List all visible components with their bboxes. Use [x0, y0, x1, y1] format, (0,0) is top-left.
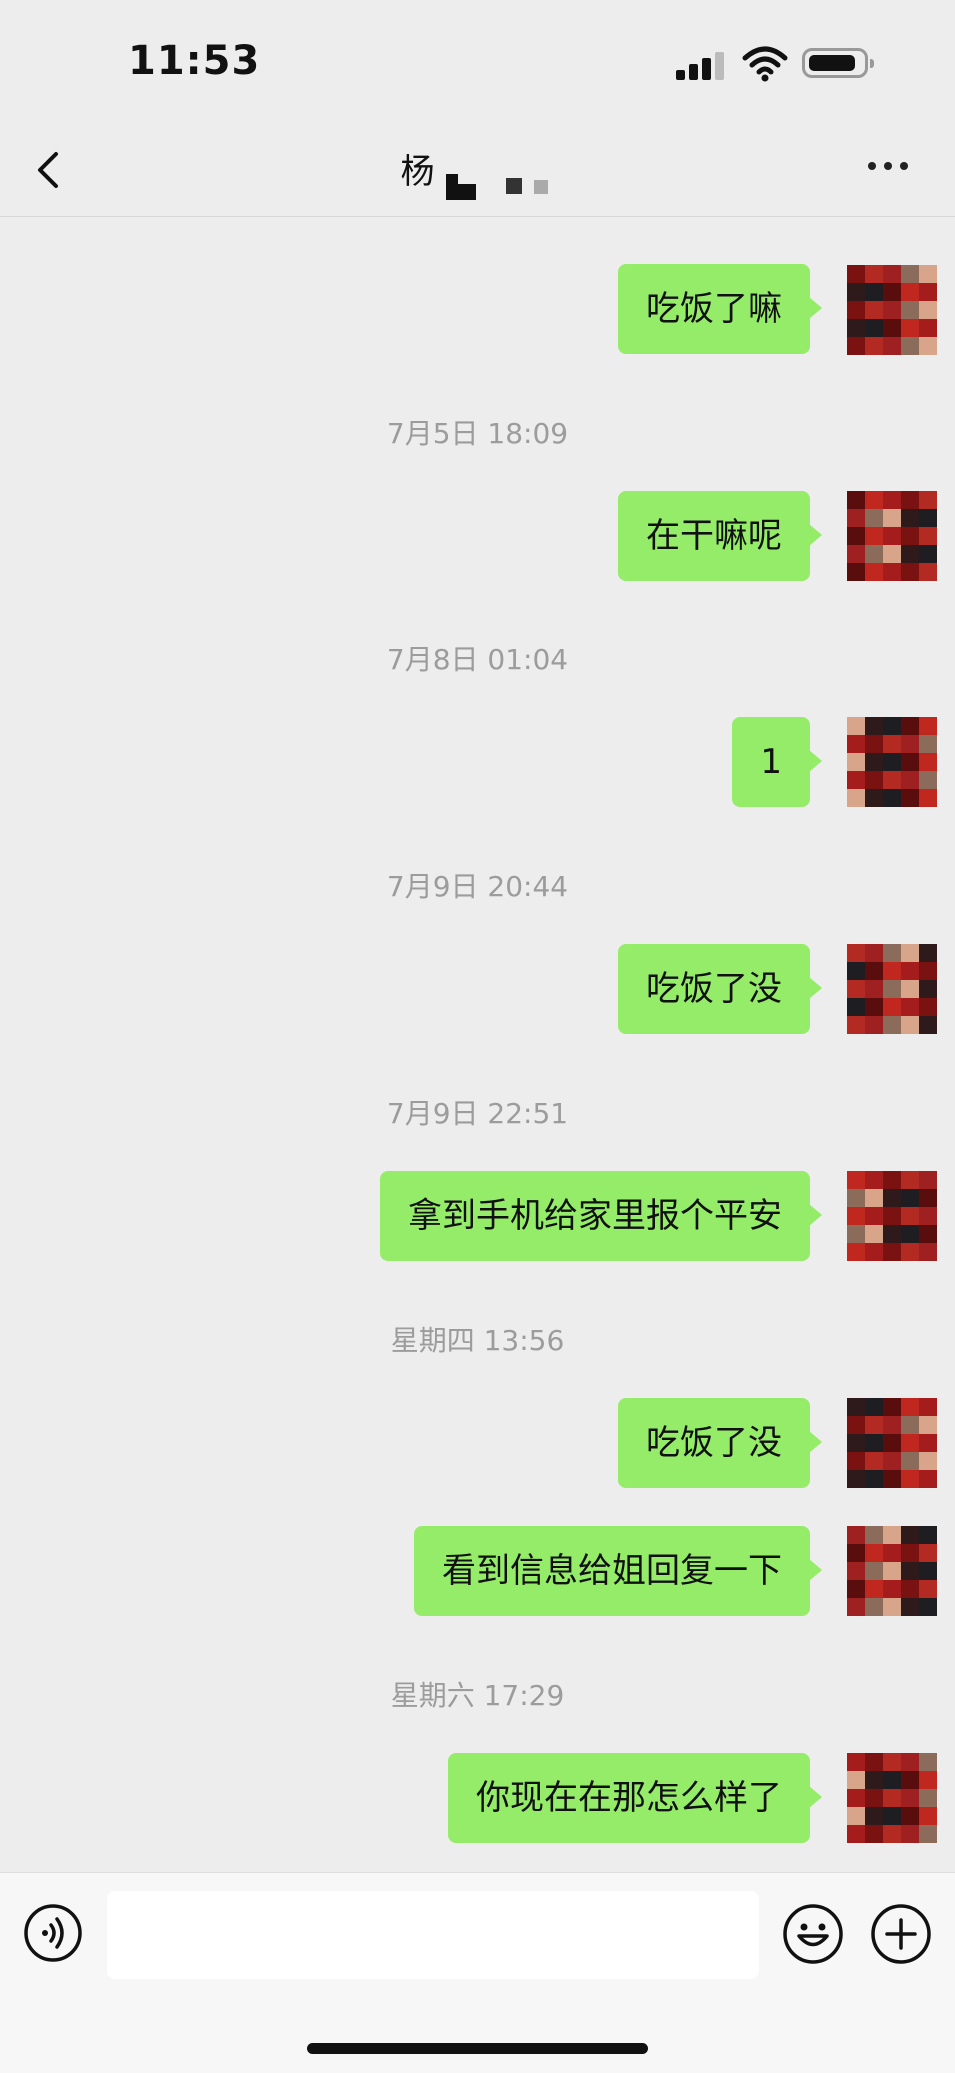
avatar[interactable] — [847, 1526, 937, 1616]
timestamp: 7月9日 22:51 — [386, 1097, 569, 1130]
message-list[interactable]: 吃饭了嘛 7月5日 18:09 在干嘛呢 7月8日 01:04 1 7月9日 2… — [0, 217, 955, 1871]
emoji-icon[interactable] — [782, 1903, 844, 1965]
timestamp: 7月5日 18:09 — [386, 417, 569, 450]
more-icon[interactable] — [868, 162, 912, 172]
message-input[interactable] — [107, 1891, 759, 1979]
message-bubble[interactable]: 在干嘛呢 — [618, 491, 822, 581]
wifi-icon — [742, 46, 788, 82]
message-bubble[interactable]: 拿到手机给家里报个平安 — [380, 1171, 822, 1261]
plus-icon[interactable] — [870, 1903, 932, 1965]
status-bar: 11:53 — [0, 0, 955, 120]
message-bubble[interactable]: 吃饭了嘛 — [618, 264, 822, 354]
message-bubble[interactable]: 看到信息给姐回复一下 — [414, 1526, 822, 1616]
message-bubble[interactable]: 1 — [732, 717, 822, 807]
timestamp: 7月9日 20:44 — [386, 870, 569, 903]
avatar[interactable] — [847, 944, 937, 1034]
chat-title: 杨 — [400, 152, 435, 192]
status-time: 11:53 — [128, 38, 261, 84]
battery-icon — [802, 48, 874, 78]
avatar[interactable] — [847, 1398, 937, 1488]
avatar[interactable] — [847, 491, 937, 581]
timestamp: 7月8日 01:04 — [386, 643, 569, 676]
avatar[interactable] — [847, 1753, 937, 1843]
avatar[interactable] — [847, 1171, 937, 1261]
voice-icon[interactable] — [23, 1903, 83, 1963]
message-bubble[interactable]: 吃饭了没 — [618, 944, 822, 1034]
cellular-signal-icon — [676, 50, 728, 80]
message-bubble[interactable]: 你现在在那怎么样了 — [448, 1753, 822, 1843]
chat-header: 杨 — [0, 120, 955, 217]
input-bar — [0, 1872, 955, 2073]
message-bubble[interactable]: 吃饭了没 — [618, 1398, 822, 1488]
timestamp: 星期六 17:29 — [390, 1679, 565, 1712]
timestamp: 星期四 13:56 — [390, 1324, 565, 1357]
avatar[interactable] — [847, 265, 937, 355]
home-indicator — [307, 2043, 648, 2054]
avatar[interactable] — [847, 717, 937, 807]
